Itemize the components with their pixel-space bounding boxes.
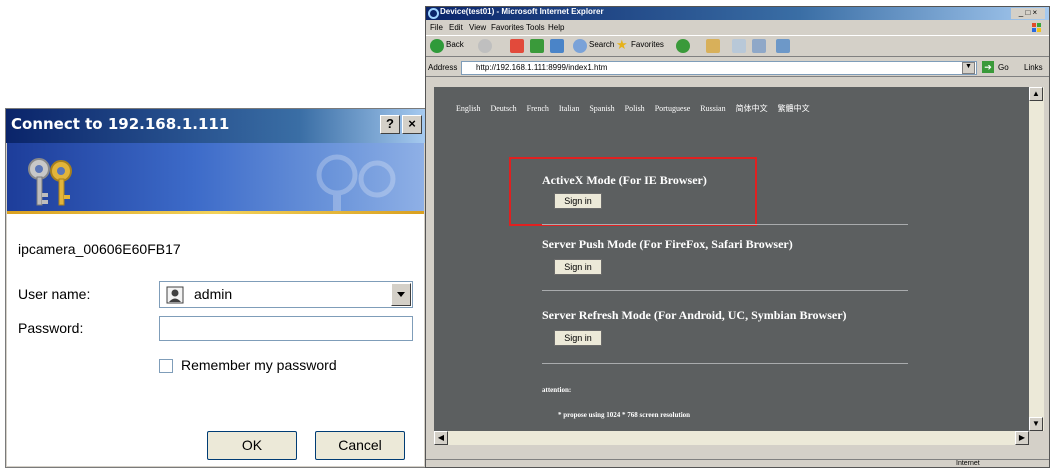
username-combo[interactable]: admin bbox=[159, 281, 413, 308]
browser-toolbar: Back Search ★ Favorites bbox=[426, 35, 1049, 57]
vertical-scrollbar[interactable]: ▲ ▼ bbox=[1029, 87, 1044, 431]
login-dialog: Connect to 192.168.1.111 ? × ipcamera_00… bbox=[5, 108, 426, 468]
highlight-box bbox=[509, 157, 757, 226]
messenger-icon[interactable] bbox=[776, 39, 790, 53]
lang-spanish[interactable]: Spanish bbox=[589, 104, 614, 113]
ok-button[interactable]: OK bbox=[207, 431, 297, 460]
refresh-icon[interactable] bbox=[530, 39, 544, 53]
lang-english[interactable]: English bbox=[456, 104, 480, 113]
username-value: admin bbox=[194, 286, 233, 302]
lang-portuguese[interactable]: Portuguese bbox=[655, 104, 691, 113]
cancel-button[interactable]: Cancel bbox=[315, 431, 405, 460]
window-controls[interactable]: _ □ × bbox=[1011, 8, 1045, 19]
scroll-up-icon[interactable]: ▲ bbox=[1029, 87, 1043, 101]
menu-tools[interactable]: Tools bbox=[526, 23, 545, 32]
ie-logo-icon bbox=[428, 8, 439, 19]
remember-checkbox[interactable] bbox=[159, 359, 173, 373]
favorites-icon[interactable]: ★ bbox=[616, 37, 628, 53]
browser-titlebar: Device(test01) - Microsoft Internet Expl… bbox=[426, 7, 1049, 20]
home-icon[interactable] bbox=[550, 39, 564, 53]
lang-simplified-chinese[interactable]: 简体中文 bbox=[736, 104, 768, 113]
menu-bar: File Edit View Favorites Tools Help bbox=[426, 21, 1049, 34]
server-refresh-mode-title: Server Refresh Mode (For Android, UC, Sy… bbox=[542, 308, 847, 322]
browser-title: Device(test01) - Microsoft Internet Expl… bbox=[440, 7, 604, 16]
links-button[interactable]: Links bbox=[1024, 63, 1043, 72]
chevron-down-icon bbox=[397, 292, 405, 297]
server-refresh-signin-button[interactable]: Sign in bbox=[554, 330, 602, 346]
attention-text: * propose using 1024 * 768 screen resolu… bbox=[558, 411, 691, 419]
go-arrow-icon[interactable]: ➔ bbox=[982, 61, 994, 73]
windows-flag-icon bbox=[1032, 23, 1041, 32]
password-field[interactable] bbox=[159, 316, 413, 341]
address-value: http://192.168.1.111:8999/index1.htm bbox=[476, 63, 608, 72]
lang-traditional-chinese[interactable]: 繁體中文 bbox=[778, 104, 810, 113]
lang-deutsch[interactable]: Deutsch bbox=[490, 104, 516, 113]
keys-icon bbox=[28, 154, 396, 215]
dialog-titlebar: Connect to 192.168.1.111 ? × bbox=[6, 109, 425, 143]
separator bbox=[542, 290, 908, 291]
user-icon bbox=[166, 286, 184, 304]
activex-signin-button[interactable]: Sign in bbox=[554, 193, 602, 209]
dialog-banner bbox=[7, 143, 424, 215]
stop-icon[interactable] bbox=[510, 39, 524, 53]
address-dropdown-icon[interactable]: ▼ bbox=[962, 62, 975, 74]
go-button[interactable]: Go bbox=[998, 63, 1009, 72]
address-input[interactable]: http://192.168.1.111:8999/index1.htm bbox=[461, 61, 977, 75]
horizontal-scrollbar[interactable]: ◀ ▶ bbox=[434, 431, 1029, 445]
lang-french[interactable]: French bbox=[527, 104, 549, 113]
menu-edit[interactable]: Edit bbox=[449, 23, 463, 32]
menu-view[interactable]: View bbox=[469, 23, 486, 32]
close-button[interactable]: × bbox=[402, 115, 422, 134]
scroll-left-icon[interactable]: ◀ bbox=[434, 431, 448, 445]
mail-icon[interactable] bbox=[732, 39, 746, 53]
menu-favorites[interactable]: Favorites bbox=[491, 23, 524, 32]
lang-russian[interactable]: Russian bbox=[700, 104, 725, 113]
dialog-title: Connect to 192.168.1.111 bbox=[11, 115, 230, 133]
help-button[interactable]: ? bbox=[380, 115, 400, 134]
browser-window: Device(test01) - Microsoft Internet Expl… bbox=[425, 6, 1050, 468]
username-dropdown-button[interactable] bbox=[391, 283, 411, 306]
status-zone: Internet bbox=[956, 460, 980, 467]
address-bar: Address http://192.168.1.111:8999/index1… bbox=[426, 59, 1049, 77]
menu-file[interactable]: File bbox=[430, 23, 443, 32]
server-push-mode-title: Server Push Mode (For FireFox, Safari Br… bbox=[542, 237, 793, 251]
menu-help[interactable]: Help bbox=[548, 23, 564, 32]
media-icon[interactable] bbox=[676, 39, 690, 53]
lang-italian[interactable]: Italian bbox=[559, 104, 579, 113]
password-label: Password: bbox=[18, 320, 84, 336]
language-bar: English Deutsch French Italian Spanish P… bbox=[456, 103, 818, 114]
scroll-right-icon[interactable]: ▶ bbox=[1015, 431, 1029, 445]
activex-mode-title: ActiveX Mode (For IE Browser) bbox=[542, 173, 707, 187]
scroll-down-icon[interactable]: ▼ bbox=[1029, 417, 1043, 431]
address-label: Address bbox=[428, 63, 458, 72]
server-push-signin-button[interactable]: Sign in bbox=[554, 259, 602, 275]
separator bbox=[542, 363, 908, 364]
attention-label: attention: bbox=[542, 386, 572, 394]
lang-polish[interactable]: Polish bbox=[625, 104, 645, 113]
back-button[interactable]: Back bbox=[446, 40, 464, 49]
search-button[interactable]: Search bbox=[589, 40, 614, 49]
status-bar: Internet bbox=[426, 459, 1049, 467]
username-label: User name: bbox=[18, 286, 91, 302]
search-icon[interactable] bbox=[573, 39, 587, 53]
back-icon[interactable] bbox=[430, 39, 444, 53]
remember-label: Remember my password bbox=[181, 357, 337, 373]
forward-icon[interactable] bbox=[478, 39, 492, 53]
favorites-button[interactable]: Favorites bbox=[631, 40, 664, 49]
separator bbox=[542, 224, 908, 225]
page-content: English Deutsch French Italian Spanish P… bbox=[434, 87, 1029, 431]
history-icon[interactable] bbox=[706, 39, 720, 53]
realm-text: ipcamera_00606E60FB17 bbox=[18, 241, 181, 257]
print-icon[interactable] bbox=[752, 39, 766, 53]
